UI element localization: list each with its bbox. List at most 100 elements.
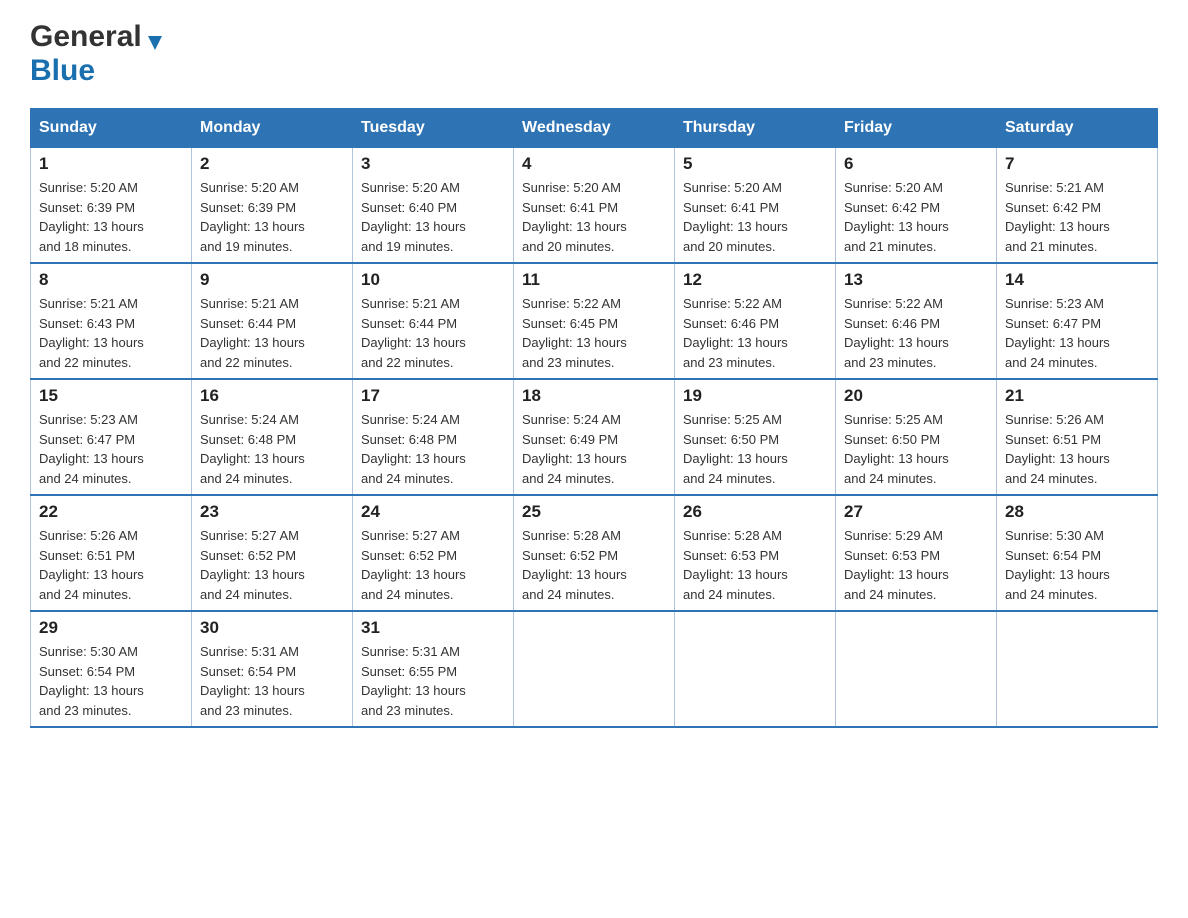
calendar-cell: 12 Sunrise: 5:22 AMSunset: 6:46 PMDaylig… (675, 263, 836, 379)
day-number: 30 (200, 618, 344, 638)
day-info: Sunrise: 5:22 AMSunset: 6:45 PMDaylight:… (522, 294, 666, 372)
calendar-header-row: SundayMondayTuesdayWednesdayThursdayFrid… (31, 109, 1158, 148)
day-info: Sunrise: 5:21 AMSunset: 6:43 PMDaylight:… (39, 294, 183, 372)
day-info: Sunrise: 5:24 AMSunset: 6:48 PMDaylight:… (361, 410, 505, 488)
day-info: Sunrise: 5:27 AMSunset: 6:52 PMDaylight:… (361, 526, 505, 604)
calendar-cell: 27 Sunrise: 5:29 AMSunset: 6:53 PMDaylig… (836, 495, 997, 611)
calendar-cell (836, 611, 997, 727)
day-number: 21 (1005, 386, 1149, 406)
day-info: Sunrise: 5:20 AMSunset: 6:39 PMDaylight:… (39, 178, 183, 256)
day-number: 20 (844, 386, 988, 406)
calendar-cell: 1 Sunrise: 5:20 AMSunset: 6:39 PMDayligh… (31, 148, 192, 264)
calendar-cell: 6 Sunrise: 5:20 AMSunset: 6:42 PMDayligh… (836, 148, 997, 264)
calendar-cell: 29 Sunrise: 5:30 AMSunset: 6:54 PMDaylig… (31, 611, 192, 727)
day-info: Sunrise: 5:20 AMSunset: 6:42 PMDaylight:… (844, 178, 988, 256)
day-info: Sunrise: 5:23 AMSunset: 6:47 PMDaylight:… (39, 410, 183, 488)
day-number: 2 (200, 154, 344, 174)
day-number: 3 (361, 154, 505, 174)
day-info: Sunrise: 5:20 AMSunset: 6:41 PMDaylight:… (522, 178, 666, 256)
logo-blue-text: Blue (30, 54, 95, 88)
day-info: Sunrise: 5:31 AMSunset: 6:54 PMDaylight:… (200, 642, 344, 720)
calendar-week-row: 15 Sunrise: 5:23 AMSunset: 6:47 PMDaylig… (31, 379, 1158, 495)
day-info: Sunrise: 5:22 AMSunset: 6:46 PMDaylight:… (844, 294, 988, 372)
calendar-cell: 21 Sunrise: 5:26 AMSunset: 6:51 PMDaylig… (997, 379, 1158, 495)
day-number: 11 (522, 270, 666, 290)
calendar-cell: 2 Sunrise: 5:20 AMSunset: 6:39 PMDayligh… (192, 148, 353, 264)
weekday-header-saturday: Saturday (997, 109, 1158, 148)
day-info: Sunrise: 5:26 AMSunset: 6:51 PMDaylight:… (39, 526, 183, 604)
day-info: Sunrise: 5:25 AMSunset: 6:50 PMDaylight:… (844, 410, 988, 488)
page-header: General Blue (30, 20, 1158, 88)
day-number: 16 (200, 386, 344, 406)
day-info: Sunrise: 5:27 AMSunset: 6:52 PMDaylight:… (200, 526, 344, 604)
day-number: 10 (361, 270, 505, 290)
day-info: Sunrise: 5:30 AMSunset: 6:54 PMDaylight:… (39, 642, 183, 720)
calendar-cell: 24 Sunrise: 5:27 AMSunset: 6:52 PMDaylig… (353, 495, 514, 611)
day-info: Sunrise: 5:28 AMSunset: 6:52 PMDaylight:… (522, 526, 666, 604)
calendar-cell: 25 Sunrise: 5:28 AMSunset: 6:52 PMDaylig… (514, 495, 675, 611)
calendar-week-row: 22 Sunrise: 5:26 AMSunset: 6:51 PMDaylig… (31, 495, 1158, 611)
calendar-cell: 15 Sunrise: 5:23 AMSunset: 6:47 PMDaylig… (31, 379, 192, 495)
day-number: 28 (1005, 502, 1149, 522)
calendar-cell: 3 Sunrise: 5:20 AMSunset: 6:40 PMDayligh… (353, 148, 514, 264)
day-number: 7 (1005, 154, 1149, 174)
day-number: 14 (1005, 270, 1149, 290)
calendar-cell (997, 611, 1158, 727)
weekday-header-monday: Monday (192, 109, 353, 148)
day-info: Sunrise: 5:24 AMSunset: 6:48 PMDaylight:… (200, 410, 344, 488)
calendar-cell: 28 Sunrise: 5:30 AMSunset: 6:54 PMDaylig… (997, 495, 1158, 611)
calendar-week-row: 1 Sunrise: 5:20 AMSunset: 6:39 PMDayligh… (31, 148, 1158, 264)
day-number: 6 (844, 154, 988, 174)
calendar-cell: 14 Sunrise: 5:23 AMSunset: 6:47 PMDaylig… (997, 263, 1158, 379)
weekday-header-friday: Friday (836, 109, 997, 148)
logo-general-text: General (30, 20, 166, 54)
day-info: Sunrise: 5:21 AMSunset: 6:44 PMDaylight:… (200, 294, 344, 372)
day-number: 24 (361, 502, 505, 522)
calendar-week-row: 8 Sunrise: 5:21 AMSunset: 6:43 PMDayligh… (31, 263, 1158, 379)
calendar-cell: 13 Sunrise: 5:22 AMSunset: 6:46 PMDaylig… (836, 263, 997, 379)
day-info: Sunrise: 5:21 AMSunset: 6:42 PMDaylight:… (1005, 178, 1149, 256)
day-number: 17 (361, 386, 505, 406)
day-number: 5 (683, 154, 827, 174)
calendar-cell: 17 Sunrise: 5:24 AMSunset: 6:48 PMDaylig… (353, 379, 514, 495)
day-number: 13 (844, 270, 988, 290)
weekday-header-wednesday: Wednesday (514, 109, 675, 148)
day-number: 27 (844, 502, 988, 522)
day-number: 15 (39, 386, 183, 406)
calendar-week-row: 29 Sunrise: 5:30 AMSunset: 6:54 PMDaylig… (31, 611, 1158, 727)
day-number: 22 (39, 502, 183, 522)
weekday-header-sunday: Sunday (31, 109, 192, 148)
calendar-cell: 22 Sunrise: 5:26 AMSunset: 6:51 PMDaylig… (31, 495, 192, 611)
calendar-cell: 4 Sunrise: 5:20 AMSunset: 6:41 PMDayligh… (514, 148, 675, 264)
logo: General Blue (30, 20, 166, 88)
day-number: 29 (39, 618, 183, 638)
day-info: Sunrise: 5:31 AMSunset: 6:55 PMDaylight:… (361, 642, 505, 720)
day-info: Sunrise: 5:23 AMSunset: 6:47 PMDaylight:… (1005, 294, 1149, 372)
day-info: Sunrise: 5:29 AMSunset: 6:53 PMDaylight:… (844, 526, 988, 604)
day-number: 1 (39, 154, 183, 174)
day-info: Sunrise: 5:21 AMSunset: 6:44 PMDaylight:… (361, 294, 505, 372)
calendar-cell: 10 Sunrise: 5:21 AMSunset: 6:44 PMDaylig… (353, 263, 514, 379)
day-info: Sunrise: 5:25 AMSunset: 6:50 PMDaylight:… (683, 410, 827, 488)
day-number: 31 (361, 618, 505, 638)
day-info: Sunrise: 5:20 AMSunset: 6:39 PMDaylight:… (200, 178, 344, 256)
calendar-cell: 26 Sunrise: 5:28 AMSunset: 6:53 PMDaylig… (675, 495, 836, 611)
day-number: 4 (522, 154, 666, 174)
calendar-cell: 31 Sunrise: 5:31 AMSunset: 6:55 PMDaylig… (353, 611, 514, 727)
calendar-cell: 23 Sunrise: 5:27 AMSunset: 6:52 PMDaylig… (192, 495, 353, 611)
day-number: 9 (200, 270, 344, 290)
day-info: Sunrise: 5:26 AMSunset: 6:51 PMDaylight:… (1005, 410, 1149, 488)
day-number: 19 (683, 386, 827, 406)
calendar-cell (514, 611, 675, 727)
calendar-cell: 20 Sunrise: 5:25 AMSunset: 6:50 PMDaylig… (836, 379, 997, 495)
calendar-cell: 19 Sunrise: 5:25 AMSunset: 6:50 PMDaylig… (675, 379, 836, 495)
calendar-cell: 5 Sunrise: 5:20 AMSunset: 6:41 PMDayligh… (675, 148, 836, 264)
weekday-header-thursday: Thursday (675, 109, 836, 148)
day-info: Sunrise: 5:20 AMSunset: 6:40 PMDaylight:… (361, 178, 505, 256)
calendar-cell: 18 Sunrise: 5:24 AMSunset: 6:49 PMDaylig… (514, 379, 675, 495)
calendar-cell: 7 Sunrise: 5:21 AMSunset: 6:42 PMDayligh… (997, 148, 1158, 264)
day-info: Sunrise: 5:20 AMSunset: 6:41 PMDaylight:… (683, 178, 827, 256)
day-number: 8 (39, 270, 183, 290)
day-info: Sunrise: 5:28 AMSunset: 6:53 PMDaylight:… (683, 526, 827, 604)
day-number: 25 (522, 502, 666, 522)
